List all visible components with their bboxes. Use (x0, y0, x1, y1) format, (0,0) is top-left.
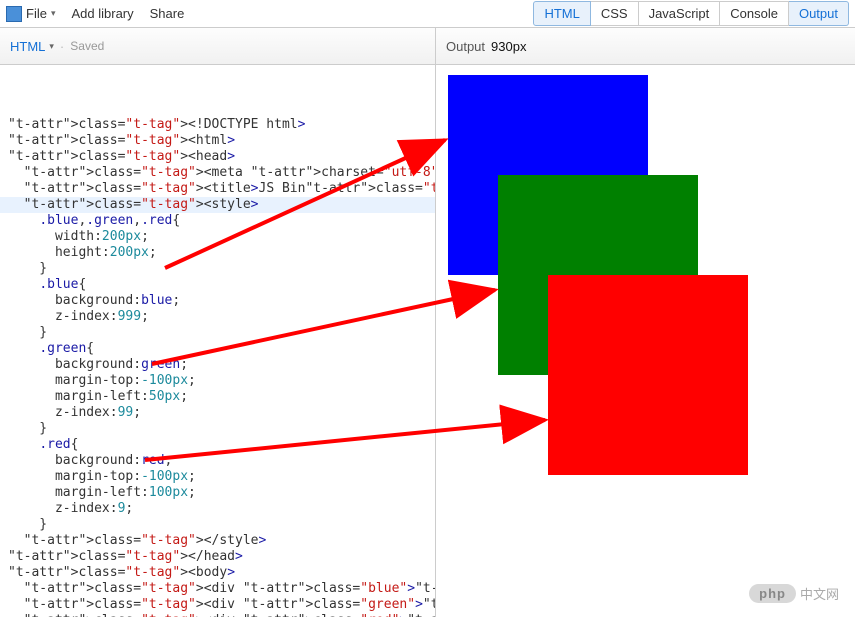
add-library-button[interactable]: Add library (71, 6, 133, 21)
caret-down-icon: ▾ (51, 8, 56, 19)
panel-btn-javascript[interactable]: JavaScript (639, 1, 721, 26)
panel-switcher: HTMLCSSJavaScriptConsoleOutput (533, 1, 849, 26)
panel-btn-css[interactable]: CSS (591, 1, 639, 26)
main-area: HTML ▾ · Saved "t-attr">class="t-tag"><!… (0, 28, 855, 617)
panel-btn-console[interactable]: Console (720, 1, 789, 26)
code-pane-type-dropdown[interactable]: HTML ▾ (10, 39, 54, 54)
output-pane-header: Output 930px (436, 28, 855, 65)
code-pane-header: HTML ▾ · Saved (0, 28, 435, 65)
code-pane: HTML ▾ · Saved "t-attr">class="t-tag"><!… (0, 28, 436, 617)
output-title-label: Output (446, 39, 485, 54)
saved-status-label: Saved (70, 39, 104, 53)
toolbar-left: File ▾ Add library Share (6, 6, 184, 22)
code-content: "t-attr">class="t-tag"><!DOCTYPE html> "… (8, 117, 427, 617)
code-editor[interactable]: "t-attr">class="t-tag"><!DOCTYPE html> "… (0, 65, 435, 617)
panel-btn-html[interactable]: HTML (533, 1, 590, 26)
output-red-box (548, 275, 748, 475)
share-button[interactable]: Share (150, 6, 185, 21)
file-menu-label: File (26, 6, 47, 21)
file-menu-button[interactable]: File ▾ (26, 6, 55, 21)
separator-dot: · (60, 39, 64, 54)
caret-down-icon: ▾ (49, 41, 54, 52)
output-dimension-label: 930px (491, 39, 526, 54)
watermark-pill: php (749, 584, 796, 603)
panel-btn-output[interactable]: Output (789, 1, 849, 26)
code-pane-title-label: HTML (10, 39, 45, 54)
output-pane: Output 930px (436, 28, 855, 617)
file-menu-group: File ▾ (6, 6, 55, 22)
top-toolbar: File ▾ Add library Share HTMLCSSJavaScri… (0, 0, 855, 28)
watermark: php 中文网 (749, 584, 839, 603)
watermark-text: 中文网 (800, 584, 839, 603)
jsbin-logo-icon (6, 6, 22, 22)
output-body (436, 65, 855, 617)
